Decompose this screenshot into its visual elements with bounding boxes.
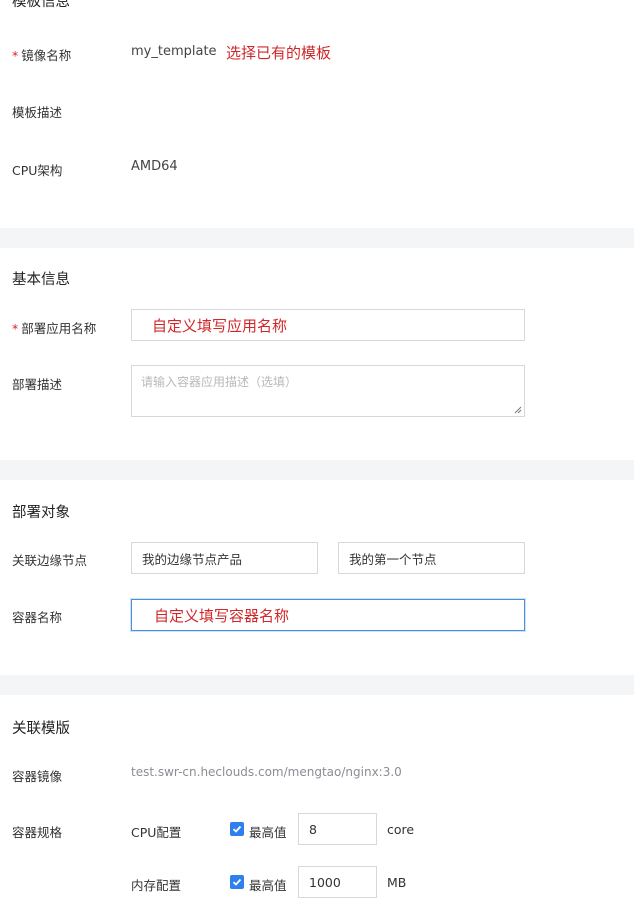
app-name-annotation: 自定义填写应用名称 <box>152 316 288 335</box>
edge-node-label: 关联边缘节点 <box>12 553 88 568</box>
section-divider <box>0 460 634 480</box>
cpu-max-checkbox[interactable] <box>230 822 244 836</box>
resize-handle-icon[interactable] <box>514 406 522 414</box>
image-name-annotation: 选择已有的模板 <box>226 44 332 62</box>
image-name-label-text: 镜像名称 <box>21 48 72 63</box>
required-asterisk: * <box>12 321 19 336</box>
container-image-value: test.swr-cn.heclouds.com/mengtao/nginx:3… <box>131 765 402 779</box>
cpu-value-input[interactable]: 8 <box>298 813 377 845</box>
image-name-label: * 镜像名称 <box>12 45 71 64</box>
container-name-input[interactable]: 自定义填写容器名称 <box>131 599 525 631</box>
basic-info-title: 基本信息 <box>12 272 70 288</box>
edge-product-select[interactable]: 我的边缘节点产品 <box>131 542 318 574</box>
check-icon <box>232 825 242 833</box>
app-name-label: * 部署应用名称 <box>12 318 96 337</box>
deploy-target-section: 部署对象 关联边缘节点 我的边缘节点产品 我的第一个节点 容器名称 自定义填写容… <box>0 480 634 675</box>
mem-unit: MB <box>387 875 407 890</box>
deploy-target-title: 部署对象 <box>12 505 70 521</box>
app-name-label-text: 部署应用名称 <box>21 321 97 336</box>
cpu-value: 8 <box>309 821 317 837</box>
edge-node-value: 我的第一个节点 <box>349 551 437 567</box>
container-name-label: 容器名称 <box>12 610 63 625</box>
section-divider <box>0 675 634 695</box>
cpu-unit: core <box>387 822 415 837</box>
template-desc-label: 模板描述 <box>12 105 63 120</box>
container-spec-label: 容器规格 <box>12 825 63 840</box>
mem-value-input[interactable]: 1000 <box>298 866 377 898</box>
edge-product-value: 我的边缘节点产品 <box>142 551 243 567</box>
container-image-label: 容器镜像 <box>12 769 63 784</box>
cpu-arch-label: CPU架构 <box>12 163 63 178</box>
cpu-max-label: 最高值 <box>249 825 287 840</box>
cpu-config-label: CPU配置 <box>131 825 182 840</box>
app-name-input[interactable]: 自定义填写应用名称 <box>131 309 525 341</box>
template-section-title: 模板信息 <box>12 0 70 10</box>
linked-template-section: 关联模版 容器镜像 test.swr-cn.heclouds.com/mengt… <box>0 695 634 920</box>
basic-info-section: 基本信息 * 部署应用名称 自定义填写应用名称 部署描述 请输入容器应用描述（选填… <box>0 248 634 460</box>
required-asterisk: * <box>12 48 19 63</box>
image-name-value[interactable]: my_template <box>131 44 217 59</box>
mem-max-checkbox[interactable] <box>230 875 244 889</box>
section-divider <box>0 228 634 248</box>
mem-value: 1000 <box>309 874 341 890</box>
mem-max-label: 最高值 <box>249 878 287 893</box>
deploy-desc-placeholder: 请输入容器应用描述（选填） <box>141 375 298 389</box>
cpu-arch-value: AMD64 <box>131 159 178 174</box>
linked-template-title: 关联模版 <box>12 721 70 737</box>
edge-node-select[interactable]: 我的第一个节点 <box>338 542 525 574</box>
template-info-section: 模板信息 * 镜像名称 my_template 选择已有的模板 模板描述 CPU架… <box>0 0 634 228</box>
deploy-desc-label: 部署描述 <box>12 377 63 392</box>
deploy-desc-textarea[interactable]: 请输入容器应用描述（选填） <box>131 365 525 417</box>
mem-config-label: 内存配置 <box>131 878 182 893</box>
check-icon <box>232 878 242 886</box>
container-name-annotation: 自定义填写容器名称 <box>154 606 290 625</box>
